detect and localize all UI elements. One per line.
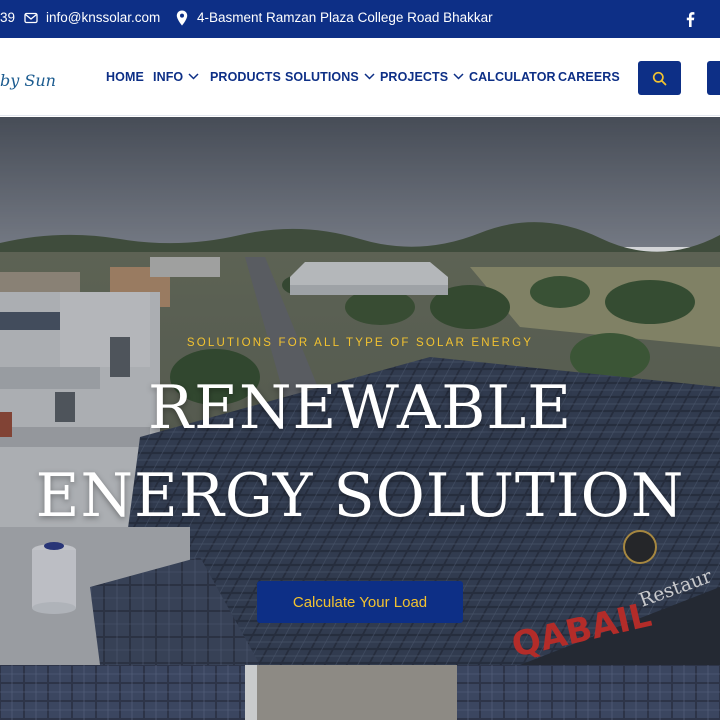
nav-item-solutions[interactable]: SOLUTIONS bbox=[285, 70, 375, 84]
search-icon bbox=[652, 71, 667, 85]
map-pin-icon bbox=[176, 10, 188, 26]
solar-panels-image bbox=[0, 665, 720, 720]
nav-item-info[interactable]: INFO bbox=[153, 70, 199, 84]
hero-headline-line2: ENERGY SOLUTION bbox=[35, 461, 685, 531]
nav-item-home[interactable]: HOME bbox=[106, 70, 144, 84]
calculate-load-button[interactable]: Calculate Your Load bbox=[257, 581, 463, 623]
main-nav: HOME INFO PRODUCTS SOLUTIONS PROJECTS CA… bbox=[0, 38, 720, 116]
search-button[interactable] bbox=[638, 61, 681, 95]
header-action-button[interactable] bbox=[707, 61, 720, 95]
email-link[interactable]: info@knssolar.com bbox=[46, 10, 160, 25]
phone-number[interactable]: 39 bbox=[0, 10, 15, 25]
chevron-down-icon bbox=[188, 73, 199, 80]
address-text: 4-Basment Ramzan Plaza College Road Bhak… bbox=[197, 10, 493, 25]
top-info-bar: 39 info@knssolar.com 4-Basment Ramzan Pl… bbox=[0, 0, 720, 38]
main-header: by Sun HOME INFO PRODUCTS SOLUTIONS PROJ… bbox=[0, 38, 720, 116]
nav-item-calculator[interactable]: CALCULATOR bbox=[469, 70, 556, 84]
hero-headline-line1: RENEWABLE bbox=[147, 373, 573, 443]
chevron-down-icon bbox=[364, 73, 375, 80]
hero-section: QABAIL Restaur SOLUTIONS FOR ALL TYPE OF… bbox=[0, 117, 720, 665]
hero-kicker: SOLUTIONS FOR ALL TYPE OF SOLAR ENERGY bbox=[186, 337, 534, 349]
nav-item-products[interactable]: PRODUCTS bbox=[210, 70, 281, 84]
chevron-down-icon bbox=[453, 73, 464, 80]
facebook-icon[interactable] bbox=[684, 12, 696, 27]
next-section-preview bbox=[0, 665, 720, 720]
envelope-icon bbox=[24, 12, 38, 24]
nav-item-projects[interactable]: PROJECTS bbox=[380, 70, 464, 84]
nav-item-careers[interactable]: CAREERS bbox=[558, 70, 620, 84]
